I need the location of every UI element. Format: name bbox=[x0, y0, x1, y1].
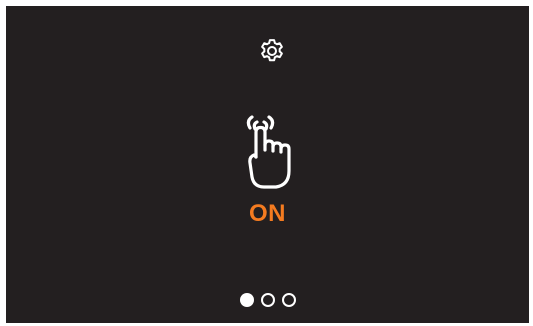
gear-icon bbox=[261, 39, 283, 62]
page-dot-3[interactable] bbox=[281, 293, 296, 307]
device-screen: ON bbox=[6, 6, 529, 323]
status-label: ON bbox=[249, 200, 286, 227]
page-indicator bbox=[6, 293, 529, 307]
touch-hand-icon bbox=[240, 115, 302, 190]
page-dot-1[interactable] bbox=[239, 293, 254, 307]
settings-button[interactable] bbox=[257, 36, 287, 66]
page-dot-2[interactable] bbox=[260, 293, 275, 307]
